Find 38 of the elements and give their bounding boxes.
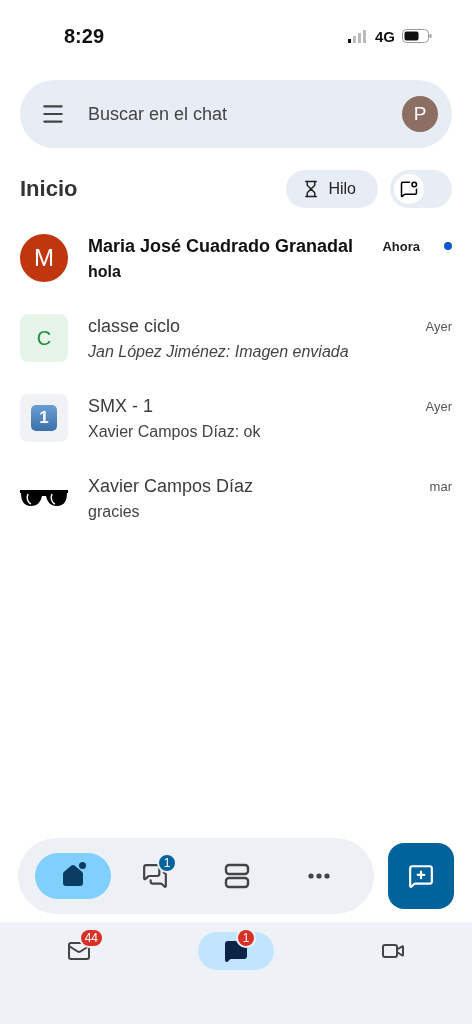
status-time: 8:29	[64, 24, 105, 48]
unread-badge: 44	[78, 928, 104, 948]
message-dot-icon	[400, 180, 418, 198]
page-title: Inicio	[20, 176, 79, 202]
unread-badge: 1	[157, 853, 177, 873]
new-chat-icon	[408, 863, 434, 889]
sunglasses-icon	[20, 488, 68, 508]
chat-time: Ahora	[382, 238, 420, 254]
chat-name[interactable]: classe ciclo	[88, 315, 416, 337]
chat-name[interactable]: Xavier Campos Díaz	[88, 475, 420, 497]
chat-preview: hola	[88, 262, 122, 281]
chat-preview: Xavier Campos Díaz: ok	[88, 422, 262, 441]
more-icon	[308, 873, 330, 879]
chat-name[interactable]: Maria José Cuadrado Granadal	[88, 235, 373, 257]
chat-preview: gracies	[88, 502, 141, 521]
chat-preview: Jan López Jiménez: Imagen enviada	[88, 342, 350, 361]
profile-avatar[interactable]: P	[402, 96, 438, 132]
chat-tab[interactable]: 1	[198, 932, 274, 970]
new-chat-button[interactable]	[388, 843, 454, 909]
messages-nav-button[interactable]: 1	[117, 853, 193, 899]
chat-name[interactable]: SMX - 1	[88, 395, 416, 417]
spaces-icon	[224, 863, 250, 889]
search-placeholder: Buscar en el chat	[88, 103, 229, 125]
chat-time: Ayer	[425, 398, 452, 414]
avatar: M	[20, 234, 68, 282]
avatar: 1	[20, 394, 68, 442]
home-nav-button[interactable]	[35, 853, 111, 899]
chat-time: Ayer	[425, 318, 452, 334]
home-icon	[61, 864, 85, 888]
battery-icon	[402, 29, 432, 43]
threads-chip[interactable]: Hilo	[286, 170, 378, 208]
avatar: C	[20, 314, 68, 362]
network-label: 4G	[375, 27, 395, 45]
chat-time: mar	[429, 478, 452, 494]
unread-badge: 1	[236, 928, 256, 948]
mentions-chip[interactable]	[390, 170, 452, 208]
signal-icon	[348, 29, 368, 43]
search-field[interactable]: Buscar en el chat P	[20, 80, 452, 148]
